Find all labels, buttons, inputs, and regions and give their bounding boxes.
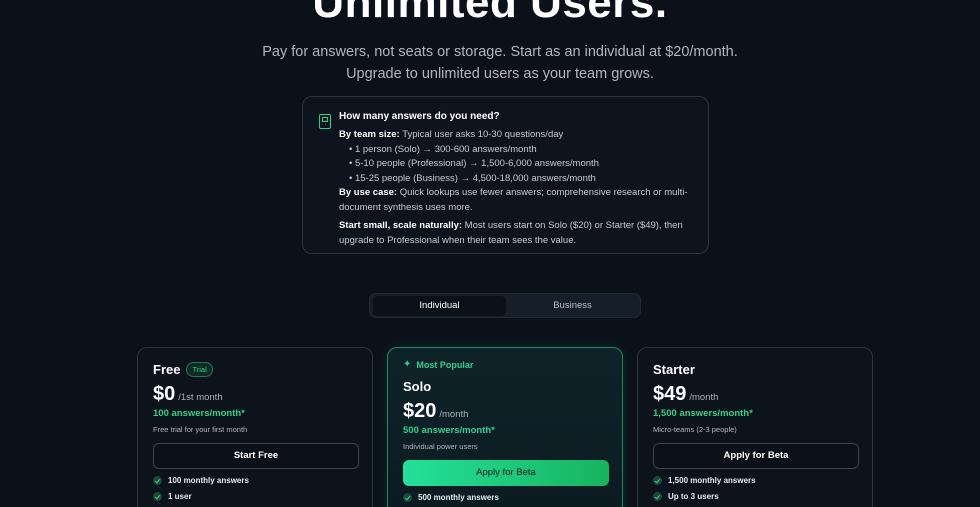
plan-name-row: Free Trial (153, 362, 357, 377)
billing-type-toggle: Individual Business (369, 293, 641, 318)
scale-label: Start small, scale naturally: (339, 220, 463, 231)
feature-item: 500 monthly answers (403, 493, 607, 502)
toggle-business[interactable]: Business (506, 296, 639, 316)
most-popular-tag: ✦ Most Popular (403, 359, 607, 370)
team-size-text: Typical user asks 10-30 questions/day (402, 129, 564, 140)
info-use-case: By use case: Quick lookups use fewer ans… (339, 186, 690, 215)
feature-item: 1 user (153, 492, 357, 501)
plan-answers: 500 answers/month* (403, 425, 495, 436)
check-icon (153, 476, 162, 485)
check-icon (153, 492, 162, 501)
plan-period: /month (439, 409, 469, 420)
plan-price: $0 (153, 383, 176, 405)
info-bullet: • 15-25 people (Business) → 4,500-18,000… (349, 172, 596, 184)
feature-label: 1,500 monthly answers (668, 476, 756, 485)
use-case-label: By use case: (339, 187, 398, 198)
plan-name: Starter (653, 362, 695, 377)
price-row: $49 /month (653, 383, 857, 406)
plan-name-row: Solo (403, 379, 607, 394)
info-bullet: • 1 person (Solo) → 300-600 answers/mont… (349, 143, 537, 155)
check-icon (653, 476, 662, 485)
apply-beta-button[interactable]: Apply for Beta (403, 460, 609, 486)
feature-item: 1,500 monthly answers (653, 476, 857, 485)
price-row: $20 /month (403, 400, 607, 423)
plan-description: Micro-teams (2-3 people) (653, 425, 737, 434)
plan-description: Free trial for your first month (153, 425, 248, 434)
trial-badge: Trial (186, 362, 213, 377)
calculator-icon (319, 114, 331, 129)
check-icon (403, 493, 412, 502)
plan-period: /1st month (178, 392, 223, 403)
feature-label: 1 user (168, 492, 192, 501)
apply-beta-button[interactable]: Apply for Beta (653, 443, 859, 469)
plan-price: $20 (403, 400, 437, 422)
feature-label: 500 monthly answers (418, 493, 499, 502)
feature-item: Up to 3 users (653, 492, 857, 501)
most-popular-label: Most Popular (416, 359, 474, 370)
hero-title: Unlimited Users. (312, 0, 668, 27)
toggle-individual[interactable]: Individual (373, 296, 506, 316)
answers-info-box: How many answers do you need? By team si… (302, 96, 709, 254)
feature-item: 100 monthly answers (153, 476, 357, 485)
team-size-label: By team size: (339, 129, 400, 140)
plan-description: Individual power users (403, 442, 478, 451)
feature-label: 100 monthly answers (168, 476, 249, 485)
plan-card-starter: Starter $49 /month 1,500 answers/month* … (637, 347, 873, 507)
plan-period: /month (689, 392, 719, 403)
plan-name-row: Starter (653, 362, 857, 377)
plan-card-solo: ✦ Most Popular Solo $20 /month 500 answe… (387, 347, 623, 507)
sparkle-icon: ✦ (403, 359, 412, 370)
hero-subtitle: Pay for answers, not seats or storage. S… (262, 44, 738, 82)
info-team-size: By team size: Typical user asks 10-30 qu… (339, 128, 690, 143)
info-bullet: • 5-10 people (Professional) → 1,500-6,0… (349, 158, 599, 169)
feature-label: Up to 3 users (668, 492, 719, 501)
plan-card-free: Free Trial $0 /1st month 100 answers/mon… (137, 347, 373, 507)
start-free-button[interactable]: Start Free (153, 443, 359, 469)
plan-name: Free (153, 362, 181, 377)
price-row: $0 /1st month (153, 383, 357, 406)
plan-price: $49 (653, 383, 687, 405)
plan-answers: 100 answers/month* (153, 408, 245, 419)
check-icon (653, 492, 662, 501)
plan-answers: 1,500 answers/month* (653, 408, 753, 419)
info-scale: Start small, scale naturally: Most users… (339, 219, 690, 248)
info-title: How many answers do you need? (339, 111, 500, 122)
plan-name: Solo (403, 379, 432, 394)
